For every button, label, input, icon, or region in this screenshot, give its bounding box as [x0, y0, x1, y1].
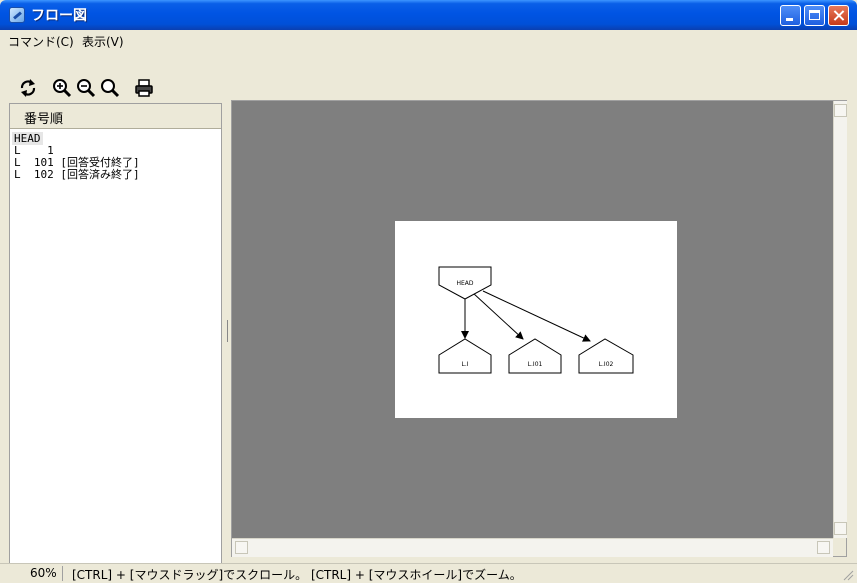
scroll-down-button[interactable]: [834, 522, 847, 535]
minimize-button[interactable]: [780, 5, 801, 26]
vertical-scrollbar[interactable]: [833, 101, 847, 538]
node-l101[interactable]: L.I01: [508, 338, 562, 374]
zoom-fit-icon[interactable]: [100, 78, 120, 98]
node-label: L.I01: [528, 361, 543, 368]
diagram-page: HEAD L.I L.I01 L.I02: [395, 221, 677, 418]
panel-splitter[interactable]: [227, 320, 230, 342]
scroll-right-button[interactable]: [817, 541, 830, 554]
menu-bar: コマンド(C) 表示(V): [4, 30, 853, 50]
scroll-up-button[interactable]: [834, 104, 847, 117]
resize-grip-icon[interactable]: [842, 569, 854, 581]
window-title: フロー図: [31, 8, 87, 24]
app-icon: [9, 7, 25, 23]
node-label: HEAD: [456, 280, 473, 287]
flow-arrow: [472, 292, 524, 340]
zoom-out-icon[interactable]: [76, 78, 96, 98]
scroll-left-button[interactable]: [235, 541, 248, 554]
close-button[interactable]: [828, 5, 849, 26]
title-bar: フロー図: [0, 0, 857, 30]
node-label: L.I: [461, 361, 468, 368]
refresh-icon[interactable]: [18, 78, 38, 98]
zoom-in-icon[interactable]: [52, 78, 72, 98]
zoom-level: 60%: [30, 566, 57, 580]
list-header-label: 番号順: [24, 112, 64, 127]
print-icon[interactable]: [134, 78, 154, 98]
node-l102[interactable]: L.I02: [578, 338, 634, 374]
status-message: [CTRL] + [マウスドラッグ]でスクロール。 [CTRL] + [マウスホ…: [72, 568, 522, 582]
list-item[interactable]: L 102 [回答済み終了]: [14, 169, 140, 181]
status-bar: 60% [CTRL] + [マウスドラッグ]でスクロール。 [CTRL] + […: [0, 563, 857, 583]
menu-view[interactable]: 表示(V): [82, 33, 124, 50]
list-header[interactable]: 番号順: [10, 104, 221, 129]
number-order-list: 番号順 HEAD L 1 L 101 [回答受付終了] L 102 [回答済み終…: [9, 103, 222, 567]
node-label: L.I02: [599, 361, 614, 368]
horizontal-scrollbar[interactable]: [232, 538, 833, 557]
maximize-button[interactable]: [804, 5, 825, 26]
node-head[interactable]: HEAD: [438, 266, 492, 300]
status-divider: [62, 566, 63, 581]
node-l1[interactable]: L.I: [438, 338, 492, 374]
flow-arrow: [482, 290, 591, 342]
menu-command[interactable]: コマンド(C): [8, 33, 74, 50]
